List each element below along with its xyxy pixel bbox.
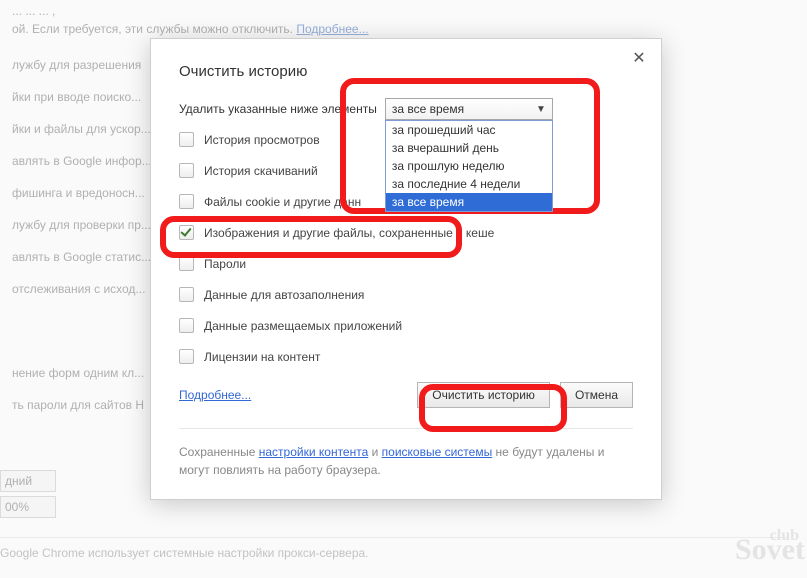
checkbox-hosted-app-data[interactable] [179, 318, 194, 333]
label-browsing-history: История просмотров [204, 133, 320, 147]
time-range-select[interactable]: за все время ▼ [385, 98, 553, 120]
checkbox-content-licenses[interactable] [179, 349, 194, 364]
clear-history-dialog: ✕ Очистить историю Удалить указанные ниж… [150, 38, 662, 500]
label-passwords: Пароли [204, 257, 246, 271]
label-cached-images: Изображения и другие файлы, сохраненные … [204, 226, 494, 240]
dialog-title: Очистить историю [179, 63, 633, 80]
label-content-licenses: Лицензии на контент [204, 350, 320, 364]
content-settings-link[interactable]: настройки контента [259, 445, 369, 459]
checkbox-cached-images[interactable] [179, 225, 194, 240]
checkbox-browsing-history[interactable] [179, 132, 194, 147]
checkbox-passwords[interactable] [179, 256, 194, 271]
search-engines-link[interactable]: поисковые системы [382, 445, 493, 459]
time-range-value: за все время [392, 102, 464, 116]
checkbox-autofill[interactable] [179, 287, 194, 302]
prompt-text: Удалить указанные ниже элементы [179, 102, 377, 116]
option-4weeks[interactable]: за последние 4 недели [386, 175, 552, 193]
chevron-down-icon: ▼ [536, 104, 546, 115]
close-icon[interactable]: ✕ [629, 49, 649, 69]
label-hosted-app-data: Данные размещаемых приложений [204, 319, 402, 333]
option-hour[interactable]: за прошедший час [386, 121, 552, 139]
time-range-dropdown: за прошедший час за вчерашний день за пр… [385, 120, 553, 212]
learn-more-link[interactable]: Подробнее... [179, 388, 251, 402]
label-cookies: Файлы cookie и другие данн [204, 195, 361, 209]
label-autofill: Данные для автозаполнения [204, 288, 364, 302]
clear-history-button[interactable]: Очистить историю [417, 382, 550, 408]
option-week[interactable]: за прошлую неделю [386, 157, 552, 175]
label-download-history: История скачиваний [204, 164, 318, 178]
dialog-footer-note: Сохраненные настройки контента и поисков… [179, 428, 633, 479]
option-day[interactable]: за вчерашний день [386, 139, 552, 157]
checkbox-download-history[interactable] [179, 163, 194, 178]
cancel-button[interactable]: Отмена [560, 382, 633, 408]
option-alltime[interactable]: за все время [386, 193, 552, 211]
checkbox-cookies[interactable] [179, 194, 194, 209]
